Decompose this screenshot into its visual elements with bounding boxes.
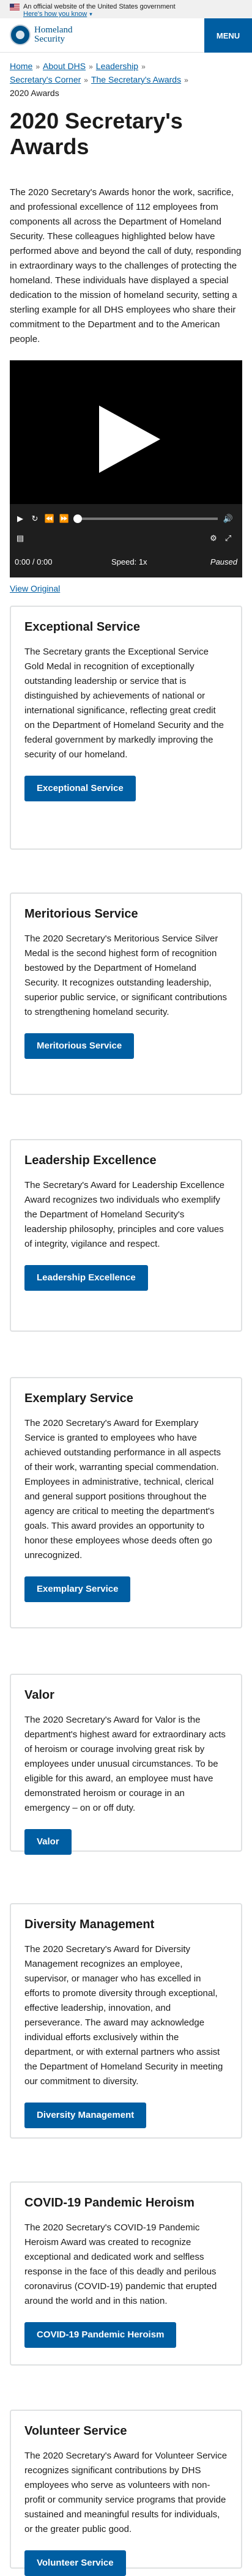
- dhs-logo[interactable]: Homeland Security: [10, 24, 72, 45]
- award-description: The 2020 Secretary's COVID-19 Pandemic H…: [24, 2222, 217, 2306]
- play-icon[interactable]: [93, 406, 160, 473]
- leadership-excellence-button[interactable]: Leadership Excellence: [24, 1265, 148, 1291]
- breadcrumb-separator: »: [141, 62, 146, 71]
- breadcrumb-separator: »: [35, 62, 40, 71]
- breadcrumb-secretarys-corner[interactable]: Secretary's Corner: [10, 75, 81, 84]
- award-title: Meritorious Service: [24, 907, 138, 921]
- award-card-diversity-management: Diversity Management The 2020 Secretary'…: [10, 1903, 242, 2139]
- award-title: Exceptional Service: [24, 620, 140, 634]
- breadcrumb-current: 2020 Awards: [10, 88, 59, 98]
- covid-19-pandemic-heroism-button[interactable]: COVID-19 Pandemic Heroism: [24, 2322, 177, 2348]
- video-time: 0:00 / 0:00: [15, 557, 53, 566]
- logo-line-2: Security: [34, 34, 65, 44]
- valor-button[interactable]: Valor: [24, 1829, 72, 1855]
- video-progress-handle[interactable]: [73, 514, 82, 523]
- captions-icon[interactable]: ▤: [15, 533, 26, 544]
- replay-icon[interactable]: ↻: [29, 513, 40, 524]
- video-progress-track[interactable]: [73, 514, 218, 523]
- award-title: Exemplary Service: [24, 1392, 133, 1405]
- video-speed[interactable]: Speed: 1x: [82, 557, 210, 566]
- volunteer-service-button[interactable]: Volunteer Service: [24, 2550, 126, 2576]
- play-small-icon[interactable]: ▶: [15, 513, 26, 524]
- breadcrumb-leadership[interactable]: Leadership: [96, 61, 138, 71]
- award-description: The 2020 Secretary's Meritorious Service…: [24, 934, 227, 1017]
- volume-icon[interactable]: 🔊: [223, 513, 234, 524]
- official-site-text: An official website of the United States…: [23, 3, 176, 10]
- award-card-exemplary-service: Exemplary Service The 2020 Secretary's A…: [10, 1377, 242, 1628]
- award-card-meritorious-service: Meritorious Service The 2020 Secretary's…: [10, 893, 242, 1095]
- logo-line-1: Homeland: [34, 25, 73, 35]
- award-title: COVID-19 Pandemic Heroism: [24, 2196, 195, 2210]
- diversity-management-button[interactable]: Diversity Management: [24, 2103, 147, 2128]
- award-title: Leadership Excellence: [24, 1154, 157, 1167]
- logo-text: Homeland Security: [34, 26, 72, 44]
- award-title: Diversity Management: [24, 1918, 155, 1931]
- exemplary-service-button[interactable]: Exemplary Service: [24, 1576, 131, 1602]
- chevron-down-icon: ▾: [89, 11, 92, 17]
- video-status-row: 0:00 / 0:00 Speed: 1x Paused: [15, 555, 237, 568]
- fullscreen-icon[interactable]: ⤢: [223, 533, 234, 544]
- award-card-covid-19-pandemic-heroism: COVID-19 Pandemic Heroism The 2020 Secre…: [10, 2181, 242, 2366]
- award-card-leadership-excellence: Leadership Excellence The Secretary's Aw…: [10, 1139, 242, 1332]
- menu-button[interactable]: MENU: [204, 18, 252, 53]
- video-secondary-row: ▤ ⚙ ⤢: [15, 532, 237, 544]
- hows-you-know-link[interactable]: Here's how you know ▾: [23, 10, 92, 18]
- hows-you-know-label: Here's how you know: [23, 10, 87, 18]
- award-description: The 2020 Secretary's Award for Valor is …: [24, 1715, 226, 1813]
- award-card-exceptional-service: Exceptional Service The Secretary grants…: [10, 606, 242, 850]
- exceptional-service-button[interactable]: Exceptional Service: [24, 776, 136, 801]
- award-description: The 2020 Secretary's Award for Exemplary…: [24, 1418, 221, 1561]
- breadcrumb-about-dhs[interactable]: About DHS: [43, 61, 86, 71]
- breadcrumb-secretarys-awards[interactable]: The Secretary's Awards: [91, 75, 181, 84]
- award-description: The 2020 Secretary's Award for Volunteer…: [24, 2451, 228, 2534]
- award-description: The Secretary's Award for Leadership Exc…: [24, 1180, 224, 1249]
- dhs-seal-icon: [10, 24, 31, 45]
- breadcrumb-home[interactable]: Home: [10, 61, 32, 71]
- page-title: 2020 Secretary's Awards: [10, 108, 183, 159]
- award-title: Valor: [24, 1688, 54, 1702]
- intro-paragraph: The 2020 Secretary's Awards honor the wo…: [10, 187, 242, 344]
- gov-banner: An official website of the United States…: [0, 0, 252, 18]
- fast-forward-icon[interactable]: ⏩: [59, 513, 70, 524]
- video-player[interactable]: ▶ ↻ ⏪ ⏩ 🔊 ▤ ⚙ ⤢ 0:00 / 0:00 Speed: 1x Pa…: [10, 360, 242, 577]
- view-original-link[interactable]: View Original: [0, 577, 252, 593]
- breadcrumb: Home» About DHS» Leadership» Secretary's Co…: [0, 53, 252, 100]
- meritorious-service-button[interactable]: Meritorious Service: [24, 1033, 135, 1059]
- rewind-icon[interactable]: ⏪: [44, 513, 55, 524]
- breadcrumb-separator: »: [89, 62, 93, 71]
- us-flag-icon: [10, 4, 20, 10]
- award-description: The 2020 Secretary's Award for Diversity…: [24, 1944, 223, 2087]
- breadcrumb-separator: »: [84, 76, 88, 84]
- breadcrumb-separator: »: [184, 76, 188, 84]
- video-controls-row: ▶ ↻ ⏪ ⏩ 🔊: [15, 513, 237, 525]
- award-card-valor: Valor The 2020 Secretary's Award for Val…: [10, 1674, 242, 1855]
- award-card-volunteer-service: Volunteer Service The 2020 Secretary's A…: [10, 2410, 242, 2576]
- site-header: Homeland Security MENU: [0, 18, 252, 53]
- award-description: The Secretary grants the Exceptional Ser…: [24, 647, 224, 760]
- settings-gear-icon[interactable]: ⚙: [208, 533, 219, 544]
- video-controls: ▶ ↻ ⏪ ⏩ 🔊 ▤ ⚙ ⤢ 0:00 / 0:00 Speed: 1x Pa…: [10, 504, 242, 577]
- video-state: Paused: [210, 557, 237, 566]
- award-title: Volunteer Service: [24, 2424, 127, 2438]
